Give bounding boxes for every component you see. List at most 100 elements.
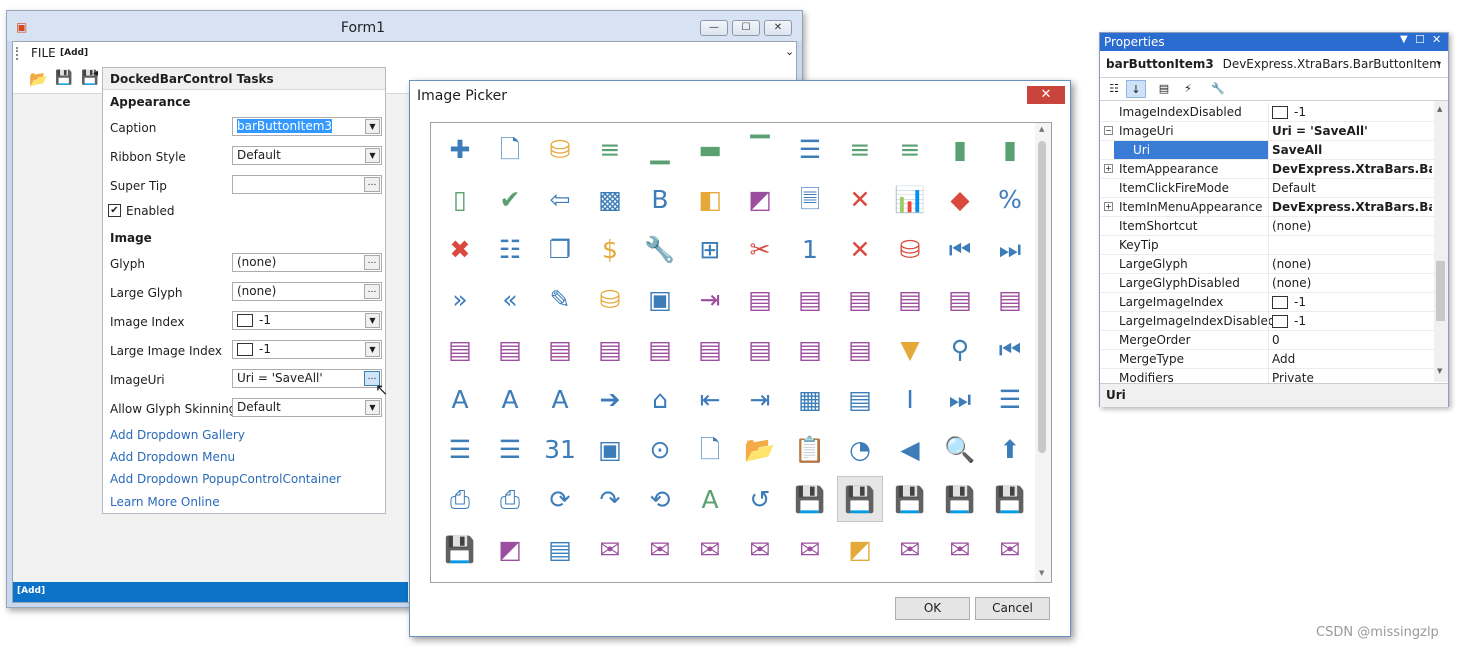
export-rtf-icon[interactable]: ▤ — [587, 326, 633, 372]
ribbon-style-select[interactable]: Default ▼ — [232, 146, 382, 165]
table-settings-icon[interactable]: ⊞ — [687, 226, 733, 272]
export-img-icon[interactable]: ▤ — [987, 276, 1033, 322]
export-xlsx-icon[interactable]: ▤ — [737, 326, 783, 372]
insert-image-icon[interactable]: ▦ — [787, 376, 833, 422]
properties-titlebar[interactable]: Properties ▼ ☐ ✕ — [1100, 33, 1448, 51]
text-page-icon[interactable]: ▤ — [537, 526, 583, 572]
property-row[interactable]: ImageIndexDisabled -1 — [1100, 103, 1434, 122]
properties-scrollbar[interactable]: ▲ ▼ — [1434, 101, 1448, 382]
property-row[interactable]: ItemClickFireMode Default — [1100, 179, 1434, 198]
rewind-icon[interactable]: « — [487, 276, 533, 322]
calendar-one-icon[interactable]: 1 — [787, 226, 833, 272]
align-left-icon[interactable]: ≡ — [837, 126, 883, 172]
bar-chart-icon[interactable]: 📊 — [887, 176, 933, 222]
filter-icon[interactable]: ▼ — [887, 326, 933, 372]
form1-titlebar[interactable]: ▣ Form1 — ☐ ✕ — [7, 11, 802, 41]
preview-icon[interactable]: 🔍 — [937, 426, 983, 472]
forward-icon[interactable]: » — [437, 276, 483, 322]
previous-icon[interactable]: ◀ — [887, 426, 933, 472]
export-csv-icon[interactable]: ▤ — [737, 276, 783, 322]
send-back-icon[interactable]: ◩ — [487, 526, 533, 572]
ellipsis-button[interactable]: … — [364, 284, 380, 299]
delete-database-icon[interactable]: ⛁ — [887, 226, 933, 272]
calendar-icon[interactable]: 31 — [537, 426, 583, 472]
font-size-icon[interactable]: A — [437, 376, 483, 422]
send-mht-icon[interactable]: ✉ — [687, 526, 733, 572]
find-icon[interactable]: ⚲ — [937, 326, 983, 372]
expander-icon[interactable]: + — [1104, 164, 1113, 173]
group-icon[interactable]: ◩ — [837, 526, 883, 572]
expander-icon[interactable]: + — [1104, 202, 1113, 211]
insert-text-icon[interactable]: ▤ — [837, 376, 883, 422]
bold-icon[interactable]: B — [637, 176, 683, 222]
back-icon[interactable]: ⇦ — [537, 176, 583, 222]
property-value[interactable]: -1 — [1272, 105, 1432, 119]
save-to-icon[interactable]: 💾 — [937, 476, 983, 522]
add-database-icon[interactable]: ⛁ — [537, 126, 583, 172]
add-icon[interactable]: ✚ — [437, 126, 483, 172]
chevron-down-icon[interactable]: ▼ — [365, 400, 380, 415]
edit-document-icon[interactable]: ✎ — [537, 276, 583, 322]
property-row[interactable]: − ImageUri Uri = 'SaveAll' — [1100, 122, 1434, 141]
align-middle-icon[interactable]: ▬ — [687, 126, 733, 172]
go-icon[interactable]: ➔ — [587, 376, 633, 422]
save-close-icon[interactable]: 💾 — [887, 476, 933, 522]
spell-check-icon[interactable]: A — [687, 476, 733, 522]
last-icon[interactable]: ⏭ — [987, 226, 1033, 272]
close-icon[interactable]: ✕ — [1432, 33, 1441, 46]
image-index-select[interactable]: -1 ▼ — [232, 311, 382, 330]
refresh-icon[interactable]: ⟳ — [537, 476, 583, 522]
align-center-icon[interactable]: ≡ — [587, 126, 633, 172]
new-document-icon[interactable]: 🗋 — [487, 126, 533, 172]
export-txt-icon[interactable]: ▤ — [637, 326, 683, 372]
chevron-down-icon[interactable]: ▾ — [1437, 59, 1441, 68]
table-lines-icon[interactable]: ☷ — [487, 226, 533, 272]
print-help-icon[interactable]: ⎙ — [487, 476, 533, 522]
property-value[interactable]: Add — [1272, 352, 1432, 366]
status-bar[interactable]: [Add] — [13, 582, 408, 602]
align-right-icon[interactable]: ≡ — [887, 126, 933, 172]
ellipsis-button[interactable]: … — [364, 255, 380, 270]
add-dropdown-gallery-link[interactable]: Add Dropdown Gallery — [110, 428, 245, 442]
send-pdf-icon[interactable]: ✉ — [737, 526, 783, 572]
up-icon[interactable]: ⬆ — [987, 426, 1033, 472]
close-icon[interactable]: ✕ — [837, 176, 883, 222]
property-value[interactable]: SaveAll — [1272, 143, 1432, 157]
decrease-font-icon[interactable]: A — [487, 376, 533, 422]
property-row[interactable]: LargeGlyph (none) — [1100, 255, 1434, 274]
property-row[interactable]: ItemShortcut (none) — [1100, 217, 1434, 236]
property-value[interactable]: (none) — [1272, 219, 1432, 233]
clear-formatting-icon[interactable]: % — [987, 176, 1033, 222]
property-value[interactable]: DevExpress.XtraBars.BarIter — [1272, 200, 1432, 214]
reset-icon[interactable]: ↺ — [737, 476, 783, 522]
column-right-icon[interactable]: ▮ — [987, 126, 1033, 172]
save-as-icon[interactable]: 💾 — [987, 476, 1033, 522]
large-image-index-select[interactable]: -1 ▼ — [232, 340, 382, 359]
property-row[interactable]: LargeImageIndexDisabled -1 — [1100, 312, 1434, 331]
large-glyph-field[interactable]: (none) … — [232, 282, 382, 301]
column-left-icon[interactable]: ▮ — [937, 126, 983, 172]
edit-database-icon[interactable]: ⛁ — [587, 276, 633, 322]
chevron-down-icon[interactable]: ▼ — [365, 119, 380, 134]
first-icon[interactable]: ⏮ — [937, 226, 983, 272]
property-row[interactable]: MergeOrder 0 — [1100, 331, 1434, 350]
export-xls-icon[interactable]: ▤ — [687, 326, 733, 372]
pie-chart-icon[interactable]: ◔ — [837, 426, 883, 472]
export-pdf-icon[interactable]: ▤ — [537, 326, 583, 372]
categorized-icon[interactable]: ☷ — [1104, 80, 1124, 98]
send-xlsx-icon[interactable]: ✉ — [987, 526, 1033, 572]
image-frame-icon[interactable]: ▩ — [587, 176, 633, 222]
export-mht-icon[interactable]: ▤ — [437, 326, 483, 372]
close-x-icon[interactable]: ✕ — [837, 226, 883, 272]
property-value[interactable]: -1 — [1272, 314, 1432, 328]
minimize-button[interactable]: — — [700, 20, 728, 36]
copy-icon[interactable]: ❐ — [537, 226, 583, 272]
first-page-icon[interactable]: ⏮ — [987, 326, 1033, 372]
home-icon[interactable]: ⌂ — [637, 376, 683, 422]
property-row[interactable]: MergeType Add — [1100, 350, 1434, 369]
cancel-button[interactable]: Cancel — [975, 597, 1050, 620]
increase-font-icon[interactable]: A — [537, 376, 583, 422]
property-row[interactable]: Uri SaveAll — [1100, 141, 1434, 160]
caption-field[interactable]: barButtonItem3 ▼ — [232, 117, 382, 136]
export-icon[interactable]: ⇥ — [687, 276, 733, 322]
